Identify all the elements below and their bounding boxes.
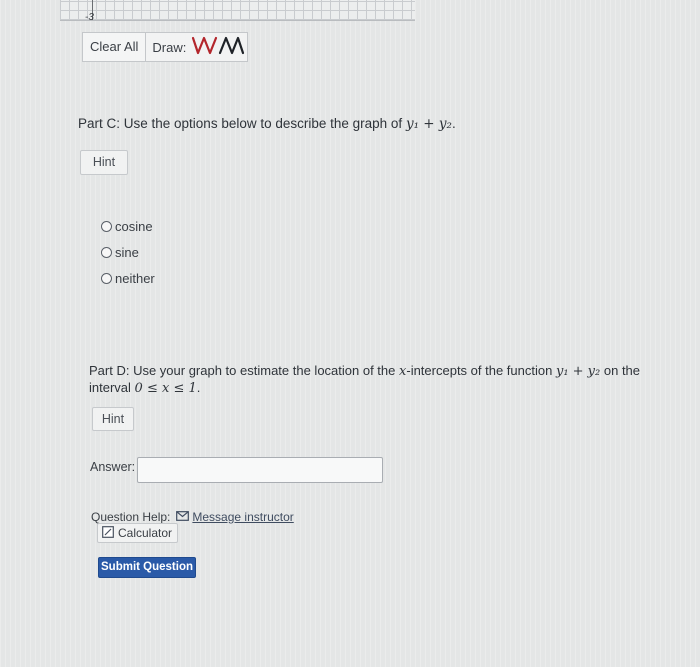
- question-help: Question Help: Message instructor: [91, 510, 294, 524]
- sine-wave-icon[interactable]: [190, 32, 246, 63]
- radio-icon[interactable]: [101, 221, 112, 232]
- graph-canvas[interactable]: [60, 0, 415, 21]
- option-neither[interactable]: neither: [101, 271, 155, 286]
- message-instructor-link[interactable]: Message instructor: [192, 510, 293, 524]
- calculator-button[interactable]: Calculator: [97, 523, 179, 543]
- draw-label: Draw:: [152, 39, 187, 55]
- part-d-prompt: Part D: Use your graph to estimate the l…: [89, 363, 649, 397]
- calculator-icon: [102, 525, 114, 541]
- part-d-text-mid: -intercepts of the function: [406, 363, 553, 378]
- part-d-period: .: [196, 380, 201, 395]
- answer-input[interactable]: [137, 457, 383, 483]
- radio-icon[interactable]: [101, 273, 112, 284]
- option-sine[interactable]: sine: [101, 245, 139, 260]
- answer-label: Answer:: [90, 460, 136, 474]
- part-d-function: y₁ + y₂: [555, 364, 601, 379]
- radio-icon[interactable]: [101, 247, 112, 258]
- mail-icon[interactable]: [176, 510, 190, 524]
- option-label: cosine: [115, 219, 153, 234]
- question-help-label: Question Help:: [91, 510, 171, 524]
- part-d-text: Part D: Use your graph to estimate the l…: [89, 363, 396, 378]
- part-c-hint-button[interactable]: Hint: [80, 150, 128, 175]
- part-d-hint-button[interactable]: Hint: [92, 407, 134, 431]
- part-c-period: .: [451, 116, 456, 131]
- part-c-math: y₁ + y₂: [405, 116, 452, 132]
- submit-question-button[interactable]: Submit Question: [98, 557, 196, 578]
- option-label: neither: [115, 271, 155, 286]
- part-c-text: Part C: Use the options below to describ…: [78, 116, 403, 131]
- calculator-label: Calculator: [118, 526, 173, 540]
- clear-all-button[interactable]: Clear All: [83, 33, 147, 61]
- option-cosine[interactable]: cosine: [101, 219, 153, 234]
- graph-tick-label: -3: [85, 12, 94, 23]
- graph-toolbar: Clear All Draw:: [82, 32, 248, 62]
- part-d-interval: 0 ≤ x ≤ 1: [134, 381, 197, 396]
- option-label: sine: [115, 245, 139, 260]
- part-c-prompt: Part C: Use the options below to describ…: [78, 116, 456, 132]
